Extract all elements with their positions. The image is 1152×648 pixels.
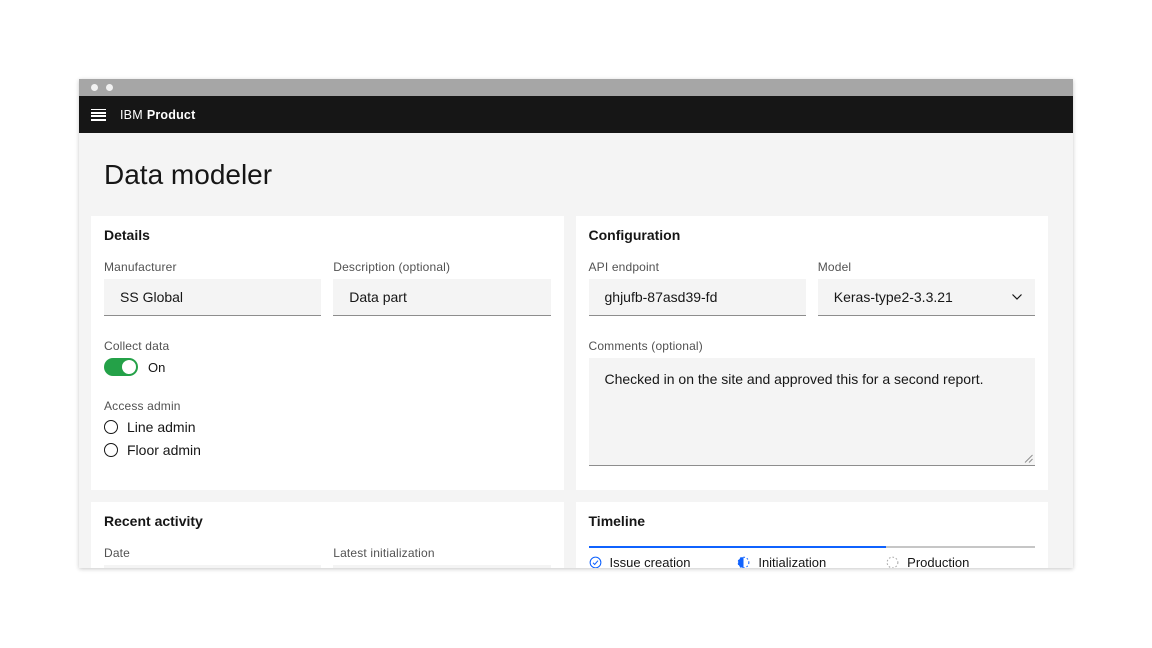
details-card: Details Manufacturer Description (option… [91,216,564,490]
description-field: Description (optional) [333,261,550,316]
radio-label: Line admin [127,419,196,435]
window-dot [91,84,98,91]
recent-activity-card: Recent activity Date Latest initializati… [91,502,564,568]
window-chrome-bar [79,79,1073,96]
menu-icon[interactable] [91,109,106,121]
date-input[interactable] [104,565,321,568]
radio-button-icon[interactable] [104,443,118,457]
radio-floor-admin[interactable]: Floor admin [104,442,551,458]
latest-initialization-input[interactable] [333,565,550,568]
api-endpoint-field: API endpoint [589,261,806,316]
model-field: Model Keras-type2-3.3.21 [818,261,1035,316]
api-endpoint-label: API endpoint [589,261,806,273]
step-label: Initialization [758,555,826,568]
dashed-circle-icon [886,556,899,568]
step-label: Issue creation [610,555,691,568]
model-dropdown-value: Keras-type2-3.3.21 [834,289,953,305]
page-title: Data modeler [104,159,1073,191]
card-grid: Details Manufacturer Description (option… [91,216,1048,568]
page-content: Data modeler Details Manufacturer Descri… [79,133,1073,568]
brand-name: Product [147,108,196,122]
window-dot [106,84,113,91]
manufacturer-label: Manufacturer [104,261,321,273]
resize-handle-icon[interactable] [1024,454,1033,463]
comments-field: Checked in on the site and approved this… [589,358,1036,466]
chevron-down-icon [1011,293,1023,301]
progress-step-production[interactable]: Production [886,546,1035,568]
collect-data-state: On [148,360,165,375]
model-label: Model [818,261,1035,273]
progress-indicator: Issue creation Initialization Pro [589,546,1036,568]
description-label: Description (optional) [333,261,550,273]
configuration-field-row: API endpoint Model Keras-type2-3.3.21 [589,261,1036,316]
radio-button-icon[interactable] [104,420,118,434]
recent-activity-field-row: Date Latest initialization [104,547,551,568]
progress-step-issue-creation[interactable]: Issue creation [589,546,738,568]
step-label: Production [907,555,969,568]
collect-data-label: Collect data [104,340,551,352]
date-label: Date [104,547,321,559]
comments-textarea[interactable]: Checked in on the site and approved this… [589,358,1036,466]
app-brand: IBM Product [120,108,195,122]
brand-prefix: IBM [120,108,143,122]
radio-line-admin[interactable]: Line admin [104,419,551,435]
timeline-card: Timeline Issue creation [576,502,1049,568]
half-circle-icon [737,556,750,568]
configuration-card: Configuration API endpoint Model Keras-t… [576,216,1049,490]
description-input[interactable] [333,279,550,316]
api-endpoint-input[interactable] [589,279,806,316]
comments-label: Comments (optional) [589,340,1036,352]
timeline-heading: Timeline [589,514,1036,528]
latest-initialization-field: Latest initialization [333,547,550,568]
manufacturer-input[interactable] [104,279,321,316]
configuration-heading: Configuration [589,228,1036,242]
desktop: { "window": { "header": { "brand_prefix"… [0,0,1152,648]
details-heading: Details [104,228,551,242]
access-admin-label: Access admin [104,400,551,412]
details-field-row: Manufacturer Description (optional) [104,261,551,316]
date-field: Date [104,547,321,568]
app-header: IBM Product [79,96,1073,133]
app-window: IBM Product Data modeler Details Manufact… [79,79,1073,568]
manufacturer-field: Manufacturer [104,261,321,316]
checkmark-outline-icon [589,556,602,568]
toggle-knob-icon [122,360,136,374]
progress-step-initialization[interactable]: Initialization [737,546,886,568]
radio-label: Floor admin [127,442,201,458]
collect-data-toggle-row: On [104,358,551,376]
collect-data-toggle[interactable] [104,358,138,376]
latest-initialization-label: Latest initialization [333,547,550,559]
recent-activity-heading: Recent activity [104,514,551,528]
model-dropdown[interactable]: Keras-type2-3.3.21 [818,279,1035,316]
